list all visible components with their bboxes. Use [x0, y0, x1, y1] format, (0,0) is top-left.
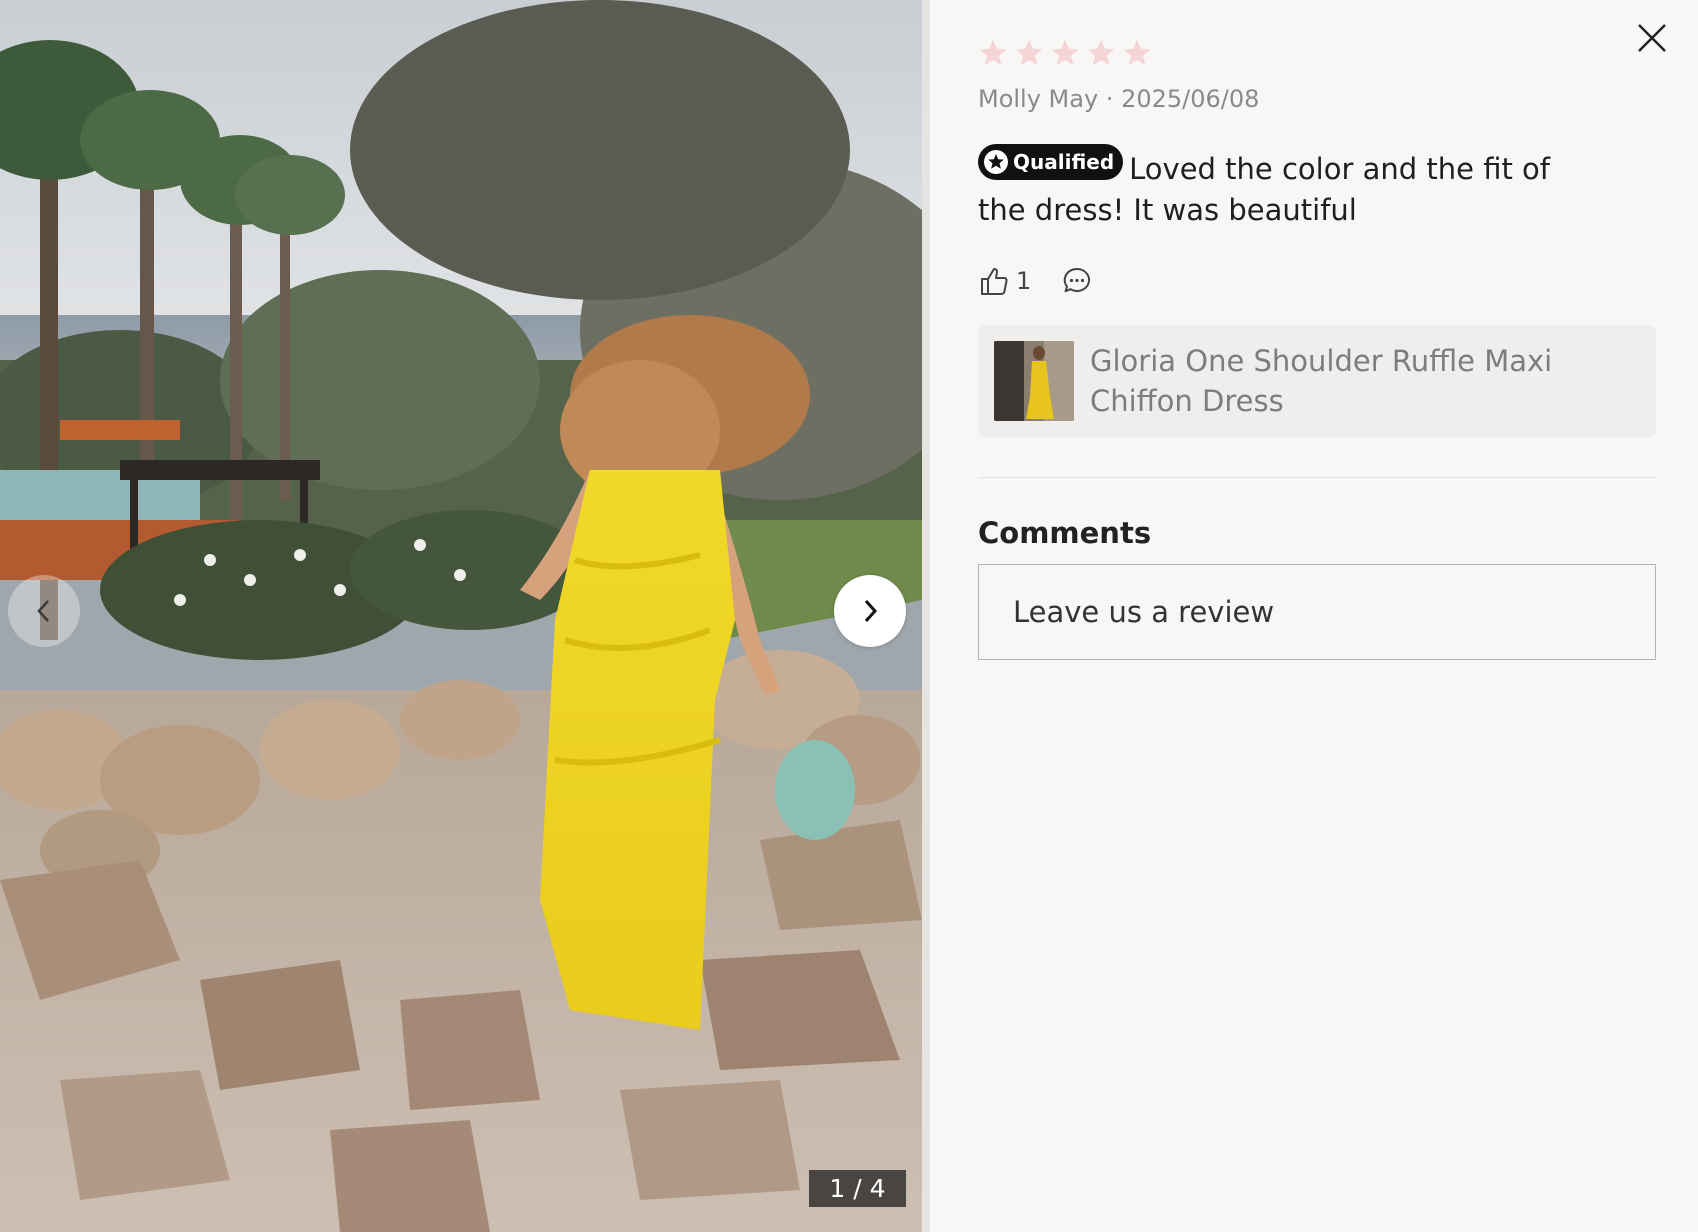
comment-bubble-icon [1063, 267, 1091, 293]
star-icon [1051, 39, 1079, 65]
leave-review-input[interactable] [978, 564, 1656, 660]
chevron-left-icon [37, 600, 49, 622]
chevron-right-icon [864, 599, 878, 623]
panel-divider [922, 0, 930, 1232]
previous-photo-button[interactable] [8, 575, 80, 647]
comment-button[interactable] [1061, 265, 1093, 297]
comments-title: Comments [978, 516, 1152, 550]
star-icon [1087, 39, 1115, 65]
review-actions: 1 [978, 263, 1656, 299]
thumbs-up-icon [981, 268, 1008, 295]
star-icon [979, 39, 1007, 65]
product-card[interactable]: Gloria One Shoulder Ruffle Maxi Chiffon … [978, 325, 1656, 437]
review-body: Qualified Loved the color and the fit of… [978, 144, 1598, 231]
qualified-badge: Qualified [978, 144, 1124, 180]
review-modal: 1 / 4 Molly May · 2025/06/08 Qualified L… [0, 0, 1698, 1232]
next-photo-button[interactable] [834, 575, 906, 647]
review-photo [0, 0, 922, 1232]
qualified-badge-label: Qualified [1013, 149, 1115, 174]
review-author-date: Molly May · 2025/06/08 [978, 85, 1260, 113]
review-content: Molly May · 2025/06/08 Qualified Loved t… [978, 36, 1656, 660]
product-name: Gloria One Shoulder Ruffle Maxi Chiffon … [1090, 344, 1553, 418]
like-count: 1 [1016, 267, 1032, 295]
star-icon [1015, 39, 1043, 65]
star-rating [978, 36, 1656, 70]
badge-star-icon [984, 150, 1008, 174]
product-thumbnail [994, 341, 1074, 421]
photo-counter: 1 / 4 [809, 1170, 906, 1207]
like-button[interactable]: 1 [978, 265, 1031, 297]
star-icon [1123, 39, 1151, 65]
section-divider [978, 477, 1656, 478]
review-photo-viewer: 1 / 4 [0, 0, 922, 1232]
